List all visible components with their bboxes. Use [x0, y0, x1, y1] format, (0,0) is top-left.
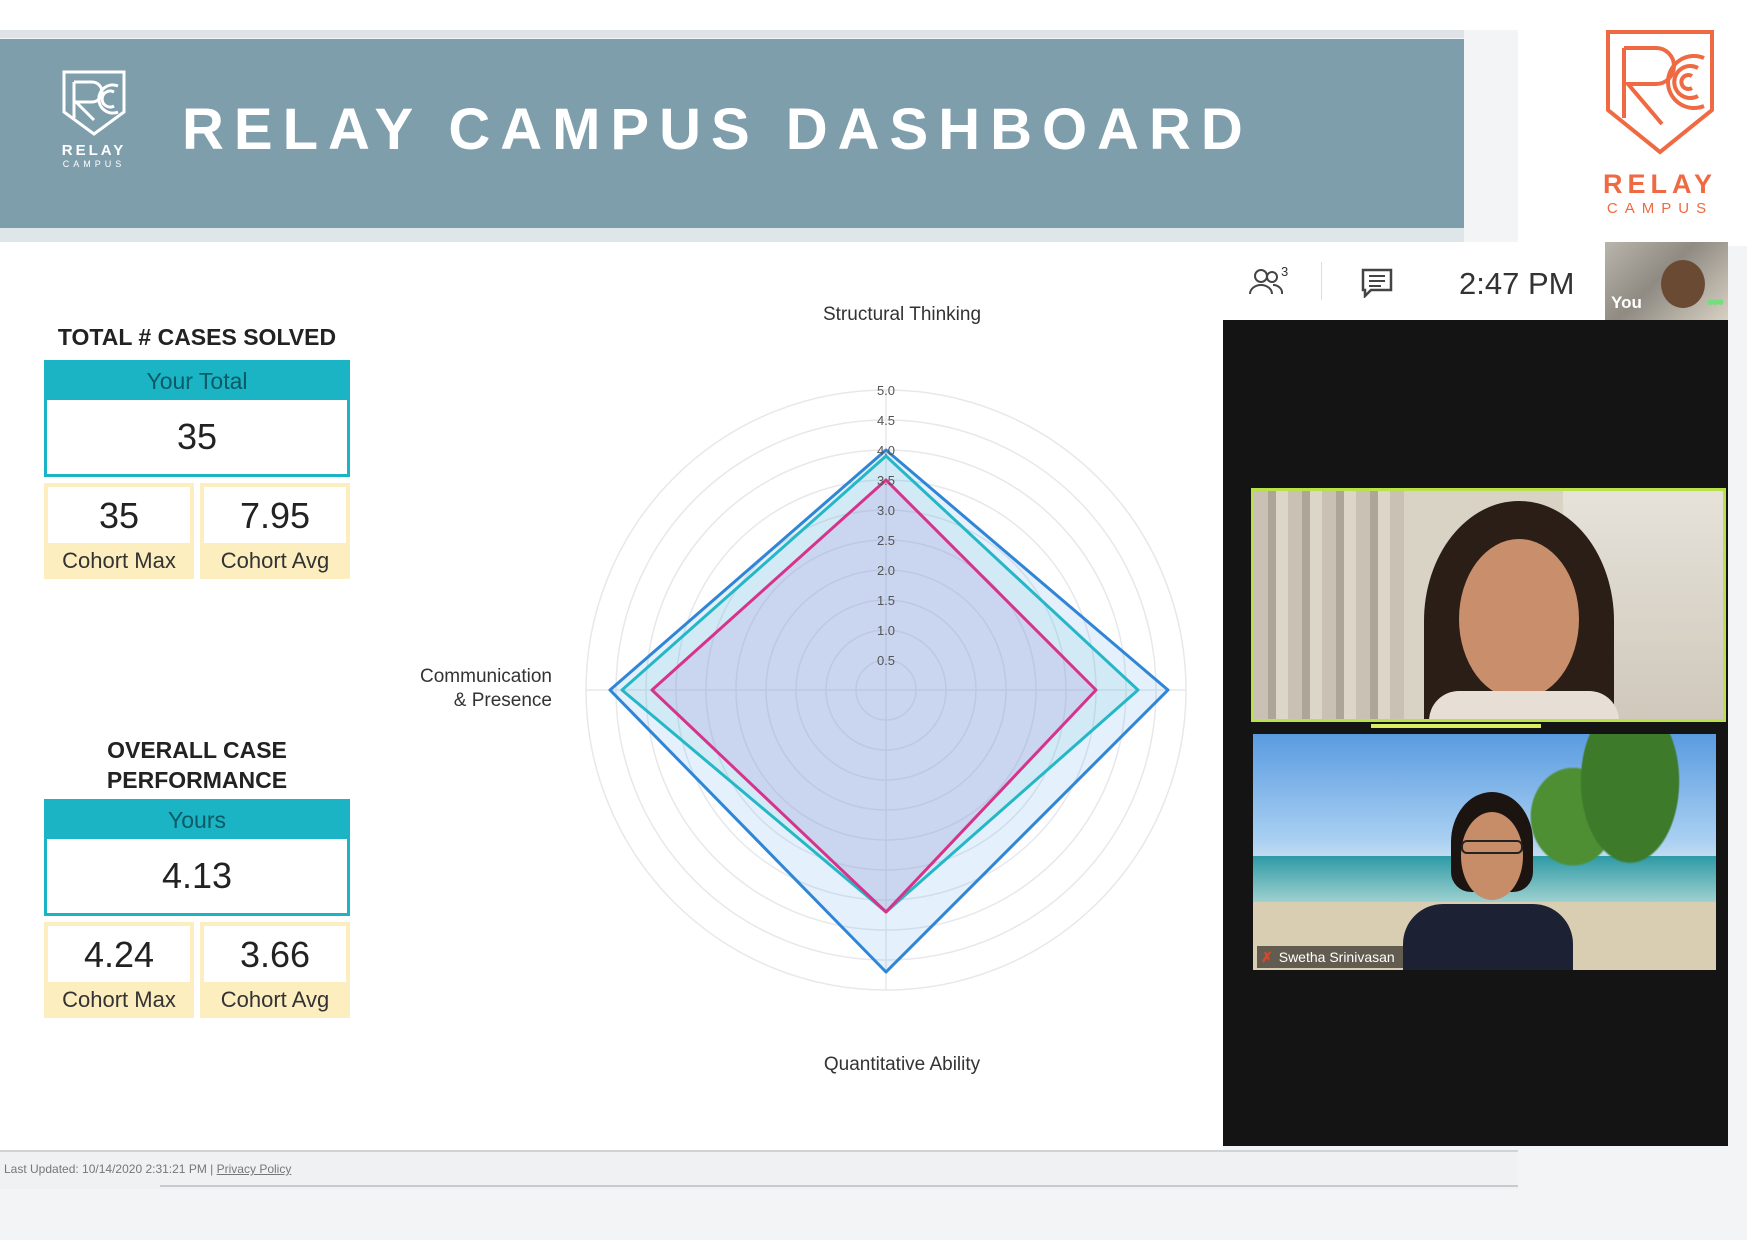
radar-series — [608, 448, 1170, 974]
footer-divider — [160, 1185, 1518, 1187]
cases-cohort-row: 35 Cohort Max 7.95 Cohort Avg — [44, 483, 350, 579]
radar-tick-label: 0.5 — [877, 653, 895, 668]
participant-video-tile-active[interactable] — [1251, 488, 1726, 722]
cases-cohort-max: 35 Cohort Max — [44, 483, 194, 579]
banner-logo: RELAY CAMPUS — [58, 68, 130, 178]
relay-logo-icon — [62, 70, 126, 136]
cases-cohort-avg-label: Cohort Avg — [220, 548, 330, 573]
participant-name: Swetha Srinivasan — [1278, 949, 1395, 965]
self-view-avatar — [1661, 260, 1705, 308]
radar-tick-label: 5.0 — [877, 383, 895, 398]
performance-cohort-row: 4.24 Cohort Max 3.66 Cohort Avg — [44, 922, 350, 1018]
performance-cohort-max-value: 4.24 — [48, 926, 190, 982]
more-options-icon[interactable]: ••• — [1707, 292, 1724, 315]
participants-icon[interactable] — [1249, 268, 1283, 296]
toolbar-divider — [1321, 262, 1322, 300]
axis-label-communication: Communication — [420, 666, 552, 687]
last-updated-text: Last Updated: 10/14/2020 2:31:21 PM — [4, 1162, 207, 1176]
brand-text: RELAY — [1602, 169, 1718, 199]
mic-muted-icon: ✗ — [1261, 949, 1273, 965]
call-clock: 2:47 PM — [1459, 266, 1575, 301]
top-strip-shadow — [0, 30, 1464, 38]
page-title: RELAY CAMPUS DASHBOARD — [182, 97, 1253, 162]
relay-brand-logo-icon — [1606, 30, 1714, 155]
radar-tick-label: 1.0 — [877, 623, 895, 638]
radar-series-3 — [650, 478, 1098, 914]
cases-cohort-avg: 7.95 Cohort Avg — [200, 483, 350, 579]
participant-video-tile[interactable]: ✗ Swetha Srinivasan — [1253, 734, 1716, 970]
self-view-thumbnail[interactable]: You ••• — [1605, 242, 1728, 320]
performance-card: Yours 4.13 4.24 Cohort Max 3.66 Cohort A… — [44, 799, 350, 1018]
participant-shirt — [1429, 691, 1619, 719]
performance-value: 4.13 — [44, 839, 350, 916]
radar-tick-label: 2.5 — [877, 533, 895, 548]
chat-icon[interactable] — [1361, 268, 1393, 298]
page-footer: Last Updated: 10/14/2020 2:31:21 PM | Pr… — [0, 1150, 1518, 1189]
banner-logo-text: RELAY — [61, 142, 127, 159]
axis-label-presence: & Presence — [454, 690, 552, 711]
call-toolbar: 3 2:47 PM You ••• — [1223, 242, 1728, 320]
cases-card: Your Total 35 35 Cohort Max 7.95 Cohort … — [44, 360, 350, 579]
skills-radar-chart: 0.5 1.0 1.5 2.0 2.5 3.0 3.5 4.0 4.5 5.0 Structura… — [420, 304, 1187, 1075]
radar-tick-label: 4.0 — [877, 443, 895, 458]
privacy-policy-link[interactable]: Privacy Policy — [217, 1162, 292, 1176]
participant-body — [1403, 904, 1573, 970]
cases-cohort-avg-value: 7.95 — [204, 487, 346, 543]
performance-title-line1: OVERALL CASE — [107, 737, 287, 763]
performance-title-line2: PERFORMANCE — [106, 767, 288, 793]
radar-tick-label: 4.5 — [877, 413, 895, 428]
performance-cohort-avg-value: 3.66 — [204, 926, 346, 982]
self-view-label: You — [1611, 293, 1642, 312]
brand-logo: RELAY CAMPUS — [1600, 28, 1720, 217]
performance-cohort-max: 4.24 Cohort Max — [44, 922, 194, 1018]
top-strip — [0, 0, 1518, 30]
radar-tick-label: 2.0 — [877, 563, 895, 578]
performance-head-label: Yours — [44, 799, 350, 839]
active-speaker-indicator — [1371, 724, 1541, 728]
participants-count: 3 — [1281, 264, 1289, 279]
footer-separator: | — [210, 1162, 214, 1176]
participant-face — [1461, 812, 1523, 900]
brand-subtext: CAMPUS — [1606, 200, 1714, 217]
banner-underline — [0, 228, 1464, 242]
performance-cohort-max-label: Cohort Max — [62, 987, 176, 1012]
cases-title: TOTAL # CASES SOLVED — [57, 324, 337, 350]
participant-name-tag: ✗ Swetha Srinivasan — [1257, 946, 1403, 968]
performance-cohort-avg: 3.66 Cohort Avg — [200, 922, 350, 1018]
cases-total-value: 35 — [44, 400, 350, 477]
video-call-panel: 3 2:47 PM You ••• ✗ Swetha Srinivasan — [1223, 242, 1728, 1146]
performance-title: OVERALL CASE PERFORMANCE — [40, 735, 354, 795]
axis-label-structural-thinking: Structural Thinking — [823, 304, 981, 325]
footer-text: Last Updated: 10/14/2020 2:31:21 PM | Pr… — [4, 1162, 291, 1176]
participant-glasses — [1461, 840, 1523, 854]
cases-cohort-max-label: Cohort Max — [62, 548, 176, 573]
radar-tick-label: 1.5 — [877, 593, 895, 608]
radar-tick-label: 3.0 — [877, 503, 895, 518]
axis-label-quantitative-ability: Quantitative Ability — [824, 1054, 981, 1075]
banner-logo-subtext: CAMPUS — [62, 159, 126, 169]
cases-head-label: Your Total — [44, 360, 350, 400]
video-background-curtain — [1254, 491, 1404, 719]
radar-tick-label: 3.5 — [877, 473, 895, 488]
performance-cohort-avg-label: Cohort Avg — [220, 987, 330, 1012]
participant-face — [1459, 539, 1579, 699]
cases-cohort-max-value: 35 — [48, 487, 190, 543]
